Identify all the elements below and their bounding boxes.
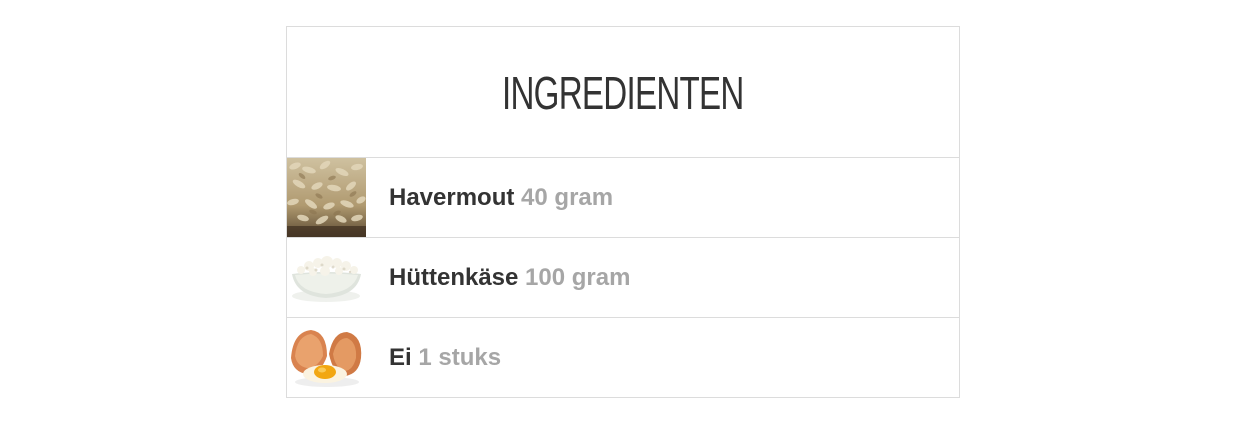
cottage-cheese-image — [287, 238, 366, 317]
ingredient-amount: 40 gram — [521, 183, 614, 211]
oats-image — [287, 158, 366, 237]
ingredients-title: INGREDIENTEN — [502, 67, 744, 119]
ingredient-row: Hüttenkäse 100 gram — [287, 238, 959, 318]
ingredients-card: INGREDIENTEN Havermout 40 gram Hüttenkäs… — [286, 26, 960, 398]
ingredient-amount: 1 stuks — [418, 343, 502, 371]
ingredient-name: Hüttenkäse — [389, 263, 519, 291]
ingredient-name: Ei — [389, 343, 412, 371]
ingredient-text: Hüttenkäse 100 gram — [389, 263, 631, 291]
ingredients-header: INGREDIENTEN — [287, 27, 959, 158]
ingredient-row: Havermout 40 gram — [287, 158, 959, 238]
ingredient-row: Ei 1 stuks — [287, 318, 959, 397]
ingredient-text: Ei 1 stuks — [389, 343, 502, 371]
egg-image — [287, 318, 366, 397]
ingredient-name: Havermout — [389, 183, 515, 211]
ingredient-amount: 100 gram — [525, 263, 631, 291]
ingredient-text: Havermout 40 gram — [389, 183, 614, 211]
